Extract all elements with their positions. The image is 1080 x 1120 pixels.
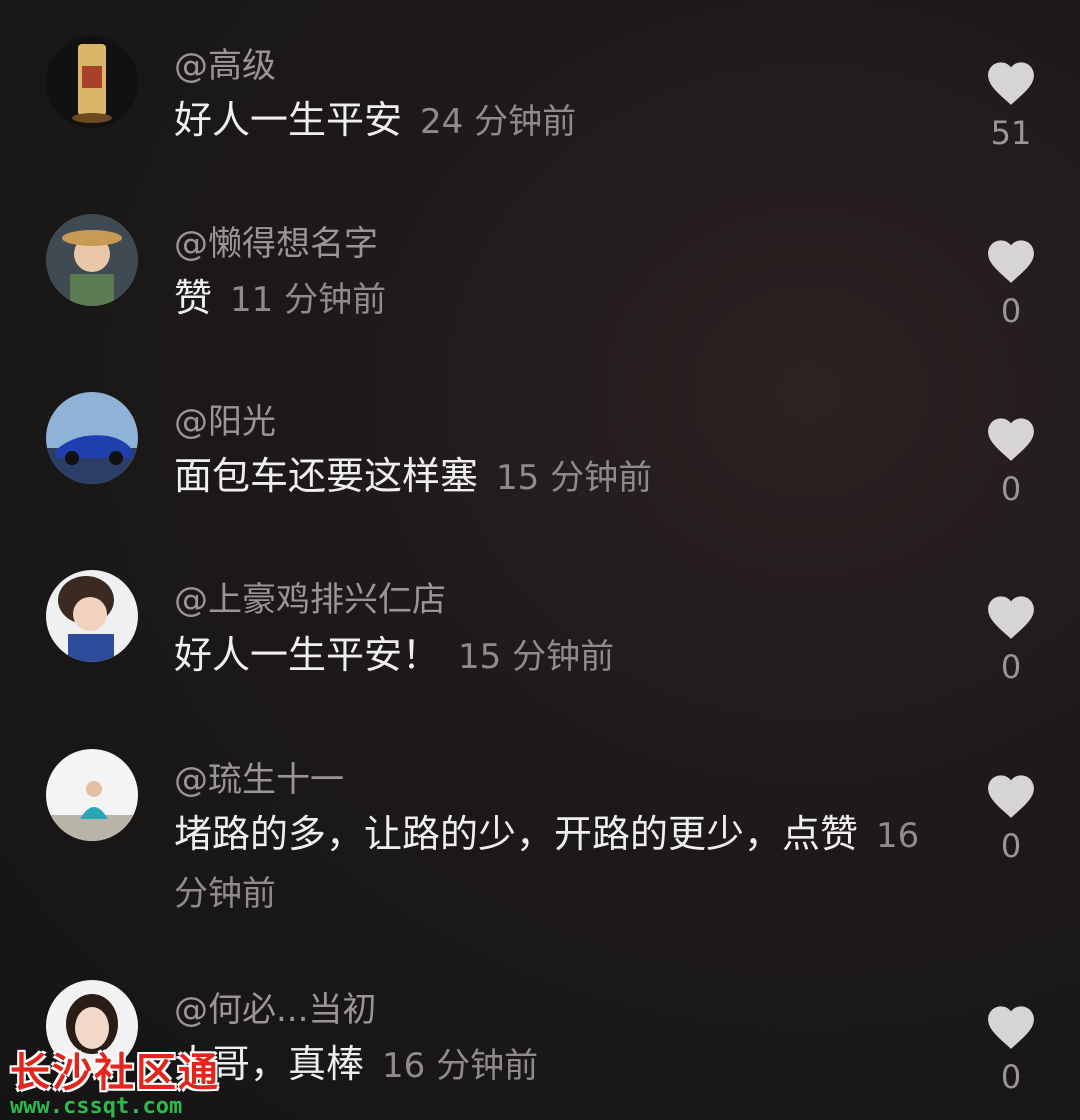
- avatar[interactable]: [46, 570, 138, 662]
- avatar[interactable]: [46, 392, 138, 484]
- like-button[interactable]: 0: [984, 236, 1038, 330]
- comment-body: 好人一生平安！: [174, 633, 441, 677]
- comment-body: 好人一生平安: [174, 98, 403, 142]
- like-button[interactable]: 51: [984, 58, 1038, 152]
- comment-time: 24 分钟前: [420, 102, 577, 142]
- heart-icon: [988, 775, 1034, 818]
- comment-time: 15 分钟前: [496, 458, 653, 498]
- comment-text: 赞 11 分钟前: [174, 270, 934, 328]
- comment-time: 11 分钟前: [230, 280, 387, 320]
- comment-body: 堵路的多，让路的少，开路的更少，点赞: [174, 812, 859, 856]
- heart-icon: [988, 1006, 1034, 1049]
- like-button[interactable]: 0: [984, 1002, 1038, 1096]
- like-count: 51: [990, 114, 1032, 152]
- heart-icon: [988, 240, 1034, 283]
- comment-body: 面包车还要这样塞: [174, 454, 479, 498]
- avatar[interactable]: [46, 749, 138, 841]
- like-button[interactable]: 0: [984, 592, 1038, 686]
- site-watermark: 长沙社区通 www.cssqt.com: [10, 1040, 220, 1119]
- like-button[interactable]: 0: [984, 414, 1038, 508]
- like-count: 0: [1000, 1058, 1022, 1096]
- comment-time: 16 分钟前: [382, 1046, 539, 1086]
- comment-username[interactable]: @上豪鸡排兴仁店: [174, 572, 446, 621]
- comment-username[interactable]: @高级: [174, 38, 276, 87]
- comment-username[interactable]: @阳光: [174, 394, 276, 443]
- heart-icon: [988, 418, 1034, 461]
- comment-text: 好人一生平安！ 15 分钟前: [174, 627, 934, 685]
- comment-username[interactable]: @懒得想名字: [174, 216, 378, 265]
- avatar[interactable]: [46, 36, 138, 128]
- like-count: 0: [1000, 292, 1022, 330]
- heart-icon: [988, 596, 1034, 639]
- comment-text: 好人一生平安 24 分钟前: [174, 92, 934, 150]
- comment-username[interactable]: @琉生十一: [174, 752, 344, 801]
- avatar[interactable]: [46, 214, 138, 306]
- comment-text: 堵路的多，让路的少，开路的更少，点赞 16 分钟前: [174, 806, 934, 922]
- watermark-title: 长沙社区通: [10, 1050, 220, 1096]
- comment-username[interactable]: @何必...当初: [174, 982, 376, 1031]
- like-button[interactable]: 0: [984, 771, 1038, 865]
- heart-icon: [988, 62, 1034, 105]
- like-count: 0: [1000, 470, 1022, 508]
- comment-text: 大哥，真棒 16 分钟前: [174, 1036, 934, 1094]
- like-count: 0: [1000, 648, 1022, 686]
- like-count: 0: [1000, 827, 1022, 865]
- comment-text: 面包车还要这样塞 15 分钟前: [174, 448, 934, 506]
- comment-time: 15 分钟前: [458, 637, 615, 677]
- comment-body: 赞: [174, 276, 213, 320]
